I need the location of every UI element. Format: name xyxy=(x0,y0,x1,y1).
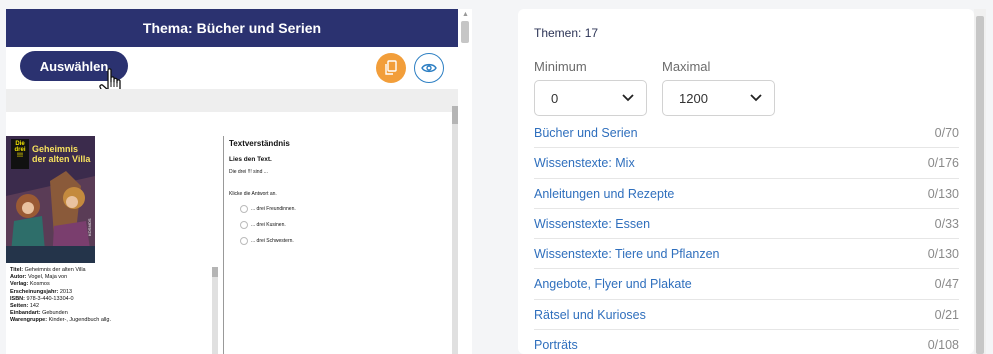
topic-link[interactable]: Rätsel und Kurioses xyxy=(534,308,646,322)
book-detail-label: Verlag: xyxy=(10,281,29,288)
topic-progress-count: 0/33 xyxy=(934,216,959,231)
book-series-badge: Die drei !!! xyxy=(11,139,29,169)
preview-button[interactable] xyxy=(414,53,444,83)
topic-row[interactable]: Wissenstexte: Tiere und Pflanzen 0/130 xyxy=(534,239,959,270)
book-detail-row: Warengruppe: Kinder-, Jugendbuch allg. xyxy=(10,317,210,324)
book-detail-value: Vogel, Maja von xyxy=(28,274,68,281)
book-detail-row: Seiten: 142 xyxy=(10,303,210,310)
book-detail-row: Verlag: Kosmos xyxy=(10,281,210,288)
answer-option[interactable]: ... drei Kusinen. xyxy=(229,221,429,229)
topic-row[interactable]: Bücher und Serien 0/70 xyxy=(534,118,959,149)
topic-row[interactable]: Angebote, Flyer und Plakate 0/47 xyxy=(534,269,959,300)
answer-radio[interactable] xyxy=(240,221,248,229)
maximum-select-value: 1200 xyxy=(679,91,708,106)
topic-header: Thema: Bücher und Serien xyxy=(6,9,458,47)
topic-link[interactable]: Wissenstexte: Mix xyxy=(534,156,635,170)
topic-progress-count: 0/70 xyxy=(934,126,959,140)
book-detail-row: Einbandart: Gebunden xyxy=(10,310,210,317)
topics-panel-scrollbar-thumb[interactable] xyxy=(976,16,984,354)
topic-row[interactable]: Wissenstexte: Essen 0/33 xyxy=(534,209,959,240)
worksheet-preview-panel: Thema: Bücher und Serien Auswählen Die d… xyxy=(6,9,472,354)
worksheet-page: Die drei !!! Geheimnis der alten Villa K… xyxy=(6,112,455,354)
app-window: Thema: Bücher und Serien Auswählen Die d… xyxy=(0,0,993,354)
details-scrollbar-thumb[interactable] xyxy=(212,267,218,277)
book-details: Titel: Geheimnis der alten Villa Autor: V… xyxy=(10,267,210,325)
book-detail-label: Seiten: xyxy=(10,303,29,310)
topic-link[interactable]: Bücher und Serien xyxy=(534,126,638,140)
topics-count: Themen: 17 xyxy=(534,26,599,40)
chevron-down-icon xyxy=(750,94,762,102)
chevron-down-icon xyxy=(622,94,634,102)
worksheet-divider xyxy=(223,136,224,354)
book-detail-value: Geheimnis der alten Villa xyxy=(24,267,86,273)
answer-option-label: ... drei Kusinen. xyxy=(251,222,286,228)
left-panel-scrollbar[interactable]: ▲ xyxy=(458,9,472,354)
book-detail-value: 142 xyxy=(29,303,40,310)
answer-option-label: ... drei Schwestern. xyxy=(251,238,294,244)
topic-progress-count: 0/21 xyxy=(934,307,959,322)
book-detail-row: Autor: Vogel, Maja von xyxy=(10,274,210,281)
book-detail-value: 978-3-440-13304-0 xyxy=(26,295,74,302)
topic-link[interactable]: Anleitungen und Rezepte xyxy=(534,187,674,201)
book-detail-value: Kosmos xyxy=(29,281,50,288)
topic-link[interactable]: Wissenstexte: Essen xyxy=(534,217,650,231)
book-detail-row: Erscheinungsjahr: 2013 xyxy=(10,289,210,296)
left-panel-scrollbar-thumb[interactable] xyxy=(461,21,469,43)
topic-row[interactable]: Porträts 0/108 xyxy=(534,330,959,354)
minimum-select-value: 0 xyxy=(551,91,559,106)
answer-option[interactable]: ... drei Schwestern. xyxy=(229,237,429,245)
answer-option[interactable]: ... drei Freundinnen. xyxy=(229,205,429,213)
topic-link[interactable]: Wissenstexte: Tiere und Pflanzen xyxy=(534,247,720,261)
task-instruction: Lies den Text. xyxy=(229,156,272,163)
maximum-label: Maximal xyxy=(662,59,711,74)
topic-progress-count: 0/47 xyxy=(934,277,959,292)
book-detail-value: Kinder-, Jugendbuch allg. xyxy=(48,317,111,324)
copy-icon xyxy=(385,60,397,75)
eye-icon xyxy=(421,63,437,73)
answer-radio[interactable] xyxy=(240,237,248,245)
topics-panel: Themen: 17 Minimum Maximal 0 1200 Bücher… xyxy=(518,9,974,354)
topics-panel-scrollbar[interactable] xyxy=(974,9,986,354)
topic-row[interactable]: Rätsel und Kurioses 0/21 xyxy=(534,300,959,331)
book-detail-label: Einbandart: xyxy=(10,310,41,317)
topic-progress-count: 0/108 xyxy=(927,338,959,353)
minimum-select[interactable]: 0 xyxy=(534,80,647,116)
task-sentence: Die drei !!! sind ... xyxy=(229,169,268,175)
minimum-label: Minimum xyxy=(534,59,587,74)
answer-option-label: ... drei Freundinnen. xyxy=(251,206,296,212)
book-detail-value: Gebunden xyxy=(42,310,68,317)
task-prompt: Klicke die Antwort an. xyxy=(229,191,277,197)
topic-list: Bücher und Serien 0/70 Wissenstexte: Mix 0/… xyxy=(534,118,959,354)
topic-progress-count: 0/176 xyxy=(927,156,959,171)
book-publisher: KOSMOS xyxy=(87,218,92,236)
book-cover-title: Geheimnis der alten Villa xyxy=(32,144,91,164)
book-detail-label: Warengruppe: xyxy=(10,317,48,324)
book-detail-row: Titel: Geheimnis der alten Villa xyxy=(10,267,210,274)
topic-header-title: Thema: Bücher und Serien xyxy=(142,20,322,36)
book-detail-label: Autor: xyxy=(10,274,27,281)
comprehension-task: Textverständnis Lies den Text. Die drei … xyxy=(229,139,429,245)
topic-row[interactable]: Wissenstexte: Mix 0/176 xyxy=(534,148,959,179)
book-detail-label: Erscheinungsjahr: xyxy=(10,288,59,295)
topic-progress-count: 0/130 xyxy=(927,186,959,201)
topic-progress-count: 0/130 xyxy=(927,247,959,262)
answer-radio[interactable] xyxy=(240,205,248,213)
worksheet-preview-area: Die drei !!! Geheimnis der alten Villa K… xyxy=(6,89,458,354)
copy-button[interactable] xyxy=(376,53,406,83)
book-detail-label: Titel: xyxy=(10,267,24,273)
book-detail-value: 2013 xyxy=(59,288,73,295)
book-cover-image: Die drei !!! Geheimnis der alten Villa K… xyxy=(6,136,95,263)
answer-options: ... drei Freundinnen. ... drei Kusinen...… xyxy=(229,205,429,245)
details-scrollbar[interactable] xyxy=(212,267,218,354)
scroll-up-arrow-icon[interactable]: ▲ xyxy=(462,11,469,18)
topic-row[interactable]: Anleitungen und Rezepte 0/130 xyxy=(534,179,959,209)
book-detail-label: ISBN: xyxy=(10,295,25,302)
topic-link[interactable]: Porträts xyxy=(534,338,578,352)
book-detail-row: ISBN: 978-3-440-13304-0 xyxy=(10,296,210,303)
task-title: Textverständnis xyxy=(229,139,290,148)
maximum-select[interactable]: 1200 xyxy=(662,80,775,116)
preview-toolbar: Auswählen xyxy=(6,47,458,101)
topic-link[interactable]: Angebote, Flyer und Plakate xyxy=(534,277,692,291)
